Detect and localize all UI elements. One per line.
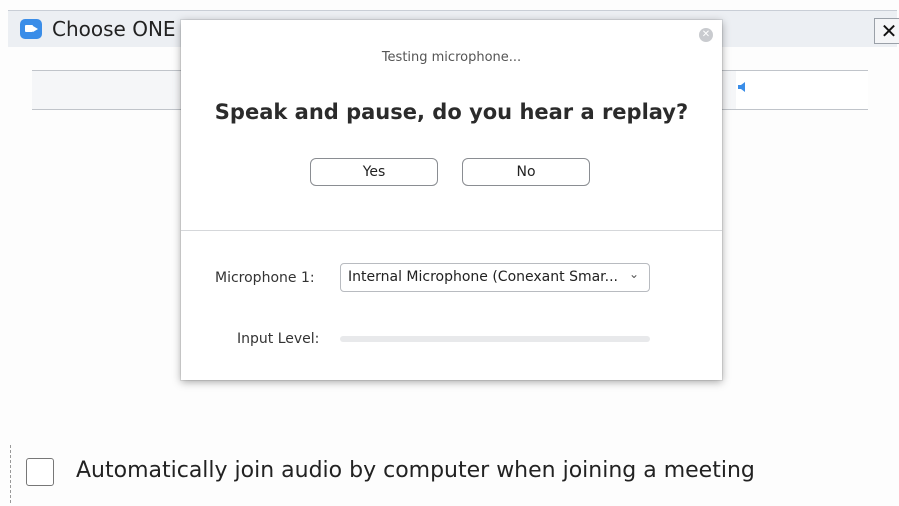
microphone-select-value: Internal Microphone (Conexant Smar... <box>348 269 618 285</box>
auto-join-checkbox[interactable] <box>26 458 54 486</box>
background-field-right <box>736 70 868 110</box>
test-microphone-dialog: ✕ Testing microphone... Speak and pause,… <box>181 20 722 380</box>
yes-button[interactable]: Yes <box>310 158 438 186</box>
divider <box>181 230 722 231</box>
microphone-label: Microphone 1: <box>215 270 315 286</box>
zoom-app-icon <box>20 19 42 39</box>
input-level-label: Input Level: <box>237 331 320 347</box>
dialog-close-icon[interactable]: ✕ <box>699 28 713 42</box>
input-level-bar <box>340 336 650 342</box>
close-icon[interactable]: ✕ <box>874 18 899 44</box>
no-button[interactable]: No <box>462 158 590 186</box>
replay-question: Speak and pause, do you hear a replay? <box>214 100 689 124</box>
microphone-select[interactable]: Internal Microphone (Conexant Smar... ⌄ <box>340 263 650 292</box>
window-title: Choose ONE o <box>52 17 195 41</box>
testing-status: Testing microphone... <box>381 50 522 65</box>
auto-join-label: Automatically join audio by computer whe… <box>76 458 755 483</box>
chevron-down-icon: ⌄ <box>629 267 640 281</box>
speaker-icon <box>737 80 747 94</box>
